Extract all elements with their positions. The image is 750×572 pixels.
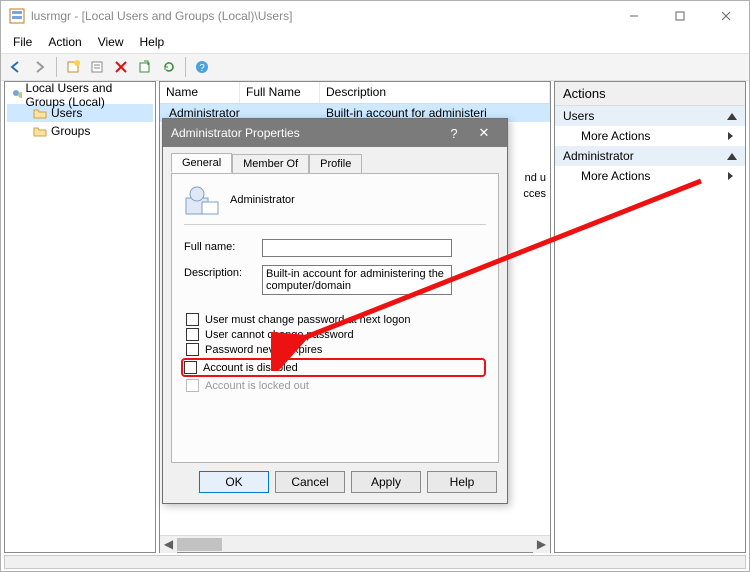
menu-help[interactable]: Help [132, 33, 173, 51]
checkbox-icon [186, 379, 199, 392]
dialog-help-button[interactable]: ? [439, 126, 469, 141]
dialog-user-name: Administrator [230, 194, 295, 206]
label-fullname: Full name: [184, 239, 262, 253]
col-fullname[interactable]: Full Name [240, 82, 320, 103]
input-description[interactable] [262, 265, 452, 295]
tab-general[interactable]: General [171, 153, 232, 173]
user-large-icon [184, 184, 220, 216]
checkbox-label: User cannot change password [205, 329, 354, 341]
dialog-title: Administrator Properties [171, 126, 439, 140]
window-titlebar: lusrmgr - [Local Users and Groups (Local… [1, 1, 749, 31]
close-button[interactable] [703, 1, 749, 31]
properties-icon[interactable] [86, 56, 108, 78]
help-button[interactable]: Help [427, 471, 497, 493]
export-button[interactable] [134, 56, 156, 78]
checkbox-label: Password never expires [205, 344, 322, 356]
toolbar-separator [56, 57, 57, 77]
tree-groups[interactable]: Groups [7, 122, 153, 140]
toolbar-separator [185, 57, 186, 77]
column-headers: Name Full Name Description [160, 82, 550, 104]
folder-icon [33, 125, 47, 137]
menu-file[interactable]: File [5, 33, 40, 51]
maximize-button[interactable] [657, 1, 703, 31]
checkbox-icon[interactable] [186, 328, 199, 341]
tab-memberof[interactable]: Member Of [232, 154, 309, 174]
actions-category-users[interactable]: Users [555, 106, 745, 126]
category-label: Users [563, 109, 594, 123]
actions-header: Actions [555, 82, 745, 106]
users-groups-icon [11, 88, 22, 102]
checkbox-icon[interactable] [186, 343, 199, 356]
toolbar: ? [1, 53, 749, 81]
tree-root[interactable]: Local Users and Groups (Local) [7, 86, 153, 104]
collapse-icon [727, 113, 737, 120]
tab-profile[interactable]: Profile [309, 154, 362, 174]
scroll-thumb[interactable] [177, 538, 222, 551]
scroll-right-icon[interactable]: ▶ [533, 536, 550, 553]
new-button[interactable] [62, 56, 84, 78]
dialog-close-button[interactable]: ✕ [469, 125, 499, 141]
tab-general-body: Administrator Full name: Description: Us… [171, 173, 499, 463]
clipped-text: nd u [525, 172, 546, 184]
checkbox-label: Account is disabled [203, 362, 298, 374]
cancel-button[interactable]: Cancel [275, 471, 345, 493]
menu-view[interactable]: View [90, 33, 132, 51]
action-more-users[interactable]: More Actions [555, 126, 745, 146]
submenu-icon [728, 172, 733, 180]
apply-button[interactable]: Apply [351, 471, 421, 493]
checkbox-neverexpires-row[interactable]: Password never expires [184, 343, 486, 356]
checkbox-icon[interactable] [186, 313, 199, 326]
refresh-button[interactable] [158, 56, 180, 78]
checkbox-icon[interactable] [184, 361, 197, 374]
back-button[interactable] [5, 56, 27, 78]
submenu-icon [728, 132, 733, 140]
svg-text:?: ? [199, 63, 205, 74]
col-description[interactable]: Description [320, 82, 550, 103]
category-label: Administrator [563, 149, 634, 163]
status-bar [4, 555, 746, 569]
clipped-text: cces [523, 188, 546, 200]
menu-action[interactable]: Action [40, 33, 89, 51]
forward-button[interactable] [29, 56, 51, 78]
delete-button[interactable] [110, 56, 132, 78]
checkbox-mustchange-row[interactable]: User must change password at next logon [184, 313, 486, 326]
window-title: lusrmgr - [Local Users and Groups (Local… [31, 9, 611, 23]
checkbox-locked-row: Account is locked out [184, 379, 486, 392]
horizontal-scrollbar[interactable]: ◀ ▶ [160, 535, 550, 552]
tree-root-label: Local Users and Groups (Local) [26, 81, 153, 109]
tree-groups-label: Groups [51, 124, 90, 138]
folder-icon [33, 107, 47, 119]
help-button[interactable]: ? [191, 56, 213, 78]
checkbox-label: Account is locked out [205, 380, 309, 392]
scroll-left-icon[interactable]: ◀ [160, 536, 177, 553]
label-description: Description: [184, 265, 262, 279]
collapse-icon [727, 153, 737, 160]
ok-button[interactable]: OK [199, 471, 269, 493]
input-fullname[interactable] [262, 239, 452, 257]
action-label: More Actions [581, 169, 650, 183]
action-more-admin[interactable]: More Actions [555, 166, 745, 186]
dialog-button-row: OK Cancel Apply Help [163, 471, 507, 503]
properties-dialog: Administrator Properties ? ✕ General Mem… [162, 118, 508, 504]
actions-pane: Actions Users More Actions Administrator… [554, 81, 746, 553]
menu-bar: File Action View Help [1, 31, 749, 53]
checkbox-disabled-row[interactable]: Account is disabled [181, 358, 486, 377]
minimize-button[interactable] [611, 1, 657, 31]
app-icon [9, 8, 25, 24]
checkbox-cannotchange-row[interactable]: User cannot change password [184, 328, 486, 341]
action-label: More Actions [581, 129, 650, 143]
col-name[interactable]: Name [160, 82, 240, 103]
checkbox-label: User must change password at next logon [205, 314, 410, 326]
tree-pane: Local Users and Groups (Local) Users Gro… [4, 81, 156, 553]
dialog-tabs: General Member Of Profile [163, 147, 507, 173]
dialog-titlebar: Administrator Properties ? ✕ [163, 119, 507, 147]
tree-users-label: Users [51, 106, 82, 120]
actions-category-administrator[interactable]: Administrator [555, 146, 745, 166]
